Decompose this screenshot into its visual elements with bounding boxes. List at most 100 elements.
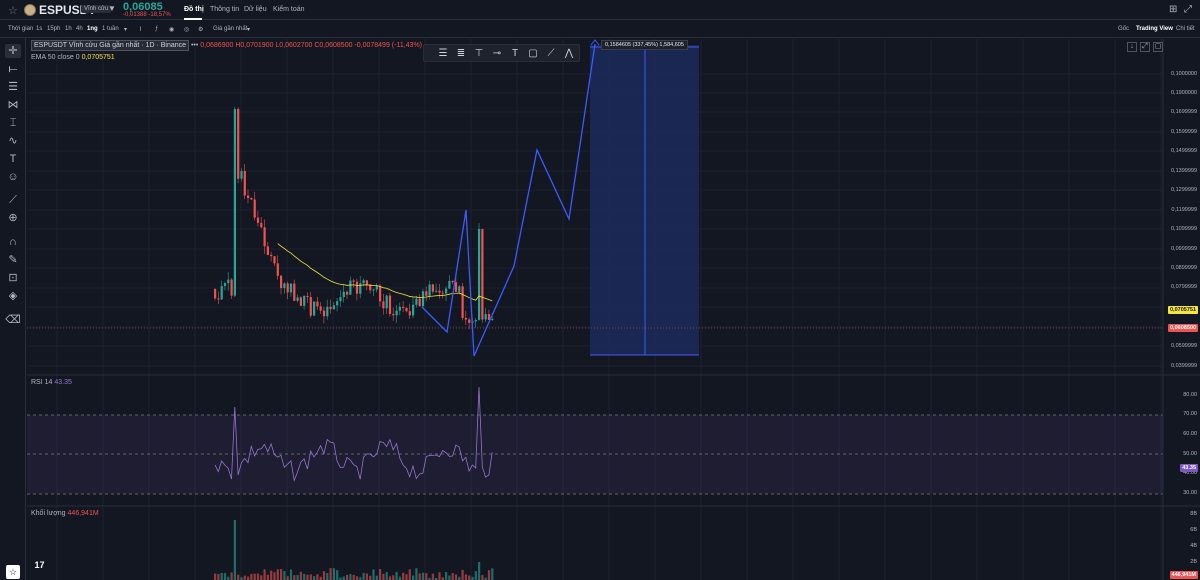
ray-icon[interactable]: ⊸ xyxy=(490,47,504,61)
gear-icon[interactable]: ⚙ xyxy=(198,26,203,33)
price-scale-label: 0,0399999 xyxy=(1171,363,1197,369)
interval-dropdown-chevron-icon[interactable]: ▾ xyxy=(124,26,127,33)
path-icon[interactable]: ⋀ xyxy=(562,47,576,61)
pitchfork-icon[interactable]: ⋈ xyxy=(5,98,21,112)
measure-label: 0,1584605 (337,45%) 1,584,605 xyxy=(601,40,688,50)
candle-body xyxy=(372,289,375,291)
candle-body xyxy=(303,295,306,306)
volume-bar xyxy=(352,574,355,580)
channel-icon[interactable]: ☰ xyxy=(5,80,21,94)
rsi-label[interactable]: RSI 14 xyxy=(31,379,52,386)
expand-icon[interactable]: ⤢ xyxy=(1184,4,1192,15)
fullscreen-icon[interactable]: ⤢ xyxy=(1140,42,1150,52)
cursor-icon[interactable]: ✛ xyxy=(5,44,21,58)
ema-label[interactable]: EMA 50 close 0 xyxy=(31,54,80,61)
tab-depth[interactable]: Chi tiết xyxy=(1176,26,1195,32)
volume-bar xyxy=(478,562,481,580)
horizontal-line-icon[interactable]: ⟝ xyxy=(5,62,21,76)
ruler-icon[interactable]: ⟋ xyxy=(5,193,21,207)
candle-body xyxy=(365,280,368,285)
interval-1h[interactable]: 1h xyxy=(65,26,72,32)
bottom-left-star-icon[interactable]: ☆ xyxy=(6,565,20,579)
eye-icon[interactable]: ◈ xyxy=(5,289,21,303)
candle-body xyxy=(227,279,230,284)
smile-icon[interactable]: ☺ xyxy=(5,170,21,184)
tab-info[interactable]: Thông tin xyxy=(210,6,239,13)
tab-tradingview[interactable]: Trading View xyxy=(1136,26,1173,32)
volume-bar xyxy=(283,571,286,580)
layout-grid-icon[interactable]: ⊞ xyxy=(1169,4,1177,15)
volume-bar xyxy=(481,575,484,580)
price-chart[interactable] xyxy=(27,39,1200,580)
fib-channel-icon[interactable]: ≣ xyxy=(454,47,468,61)
volume-bar xyxy=(372,569,375,580)
price-mode-chevron-icon[interactable]: ▾ xyxy=(247,26,250,33)
interval-15m[interactable]: 15ph xyxy=(47,26,60,32)
zoom-icon[interactable]: ⊕ xyxy=(5,211,21,225)
symbol-dropdown-chevron-icon[interactable]: ▼ xyxy=(108,4,116,13)
coin-logo-icon xyxy=(24,4,36,16)
candle-body xyxy=(425,291,428,296)
candle-body xyxy=(233,109,236,296)
chart-type-icon[interactable]: ⌇ xyxy=(139,26,142,33)
legend-title[interactable]: ESPUSDT Vĩnh cửu Giá gần nhất · 1D · Bin… xyxy=(31,40,190,51)
tab-chart[interactable]: Đồ thị xyxy=(184,6,204,13)
price-scale-label: 0,1699999 xyxy=(1171,109,1197,115)
candle-body xyxy=(253,199,256,218)
candle-body xyxy=(464,317,467,320)
volume-label[interactable]: Khối lượng xyxy=(31,510,66,517)
interval-1d[interactable]: 1ng xyxy=(87,26,98,32)
interval-1w[interactable]: 1 tuần xyxy=(102,26,119,32)
pencil-lock-icon[interactable]: ✎ xyxy=(5,253,21,267)
candle-body xyxy=(240,171,243,179)
volume-bar xyxy=(402,572,405,580)
interval-1s[interactable]: 1s xyxy=(36,26,42,32)
price-mode-select[interactable]: Giá gần nhất xyxy=(213,26,247,32)
volume-bar xyxy=(369,575,372,580)
elliott-wave-path[interactable] xyxy=(421,43,596,357)
brush-icon[interactable]: ∿ xyxy=(5,134,21,148)
favorite-star-icon[interactable]: ☆ xyxy=(8,4,18,17)
trend-line-icon[interactable]: ⟋ xyxy=(544,47,558,61)
symbol-legend: ESPUSDT Vĩnh cửu Giá gần nhất · 1D · Bin… xyxy=(31,40,422,51)
legend-more-icon[interactable]: ••• xyxy=(191,42,200,49)
template-icon[interactable]: ◎ xyxy=(184,26,189,33)
fib-retracement-icon[interactable]: ☰ xyxy=(436,47,450,61)
scroll-down-icon[interactable]: ↓ xyxy=(1127,42,1137,52)
price-scale-label: 0,0899999 xyxy=(1171,265,1197,271)
text-icon[interactable]: T xyxy=(5,152,21,166)
volume-bar xyxy=(461,569,464,580)
candle-body xyxy=(362,280,365,284)
indicators-icon[interactable]: ƒ xyxy=(155,26,158,32)
rsi-scale-label: 60.00 xyxy=(1183,431,1197,437)
candle-body xyxy=(458,286,461,292)
tradingview-logo-icon[interactable]: 17 xyxy=(31,558,48,573)
trash-icon[interactable]: ⌫ xyxy=(5,313,21,327)
volume-bar xyxy=(309,574,312,580)
candle-body xyxy=(289,283,293,293)
vertical-text-icon[interactable]: ⊤ xyxy=(472,47,486,61)
volume-bar xyxy=(303,573,306,580)
tab-data[interactable]: Dữ liệu xyxy=(244,6,267,13)
candle-body xyxy=(309,297,312,316)
lock-icon[interactable]: ⊡ xyxy=(5,271,21,285)
rsi-value: 43.35 xyxy=(54,379,72,386)
volume-bar xyxy=(421,572,425,580)
magnet-icon[interactable]: ∩ xyxy=(5,235,21,249)
tab-original[interactable]: Gốc xyxy=(1118,26,1129,32)
tab-audit[interactable]: Kiểm toán xyxy=(273,6,305,13)
rect-icon[interactable]: ▢ xyxy=(526,47,540,61)
fib-icon[interactable]: ⌶ xyxy=(5,116,21,130)
interval-4h[interactable]: 4h xyxy=(76,26,83,32)
candle-body xyxy=(223,283,227,287)
candle-body xyxy=(214,289,217,299)
screenshot-icon[interactable]: ▢ xyxy=(1153,42,1163,52)
candle-body xyxy=(352,280,355,282)
candle-body xyxy=(346,291,349,295)
volume-bar xyxy=(299,571,302,580)
settings-circle-icon[interactable]: ◉ xyxy=(169,26,174,33)
candle-body xyxy=(408,311,411,316)
price-scale-label: 0,1900000 xyxy=(1171,90,1197,96)
text-icon[interactable]: T xyxy=(508,47,522,61)
candle-body xyxy=(474,319,477,322)
